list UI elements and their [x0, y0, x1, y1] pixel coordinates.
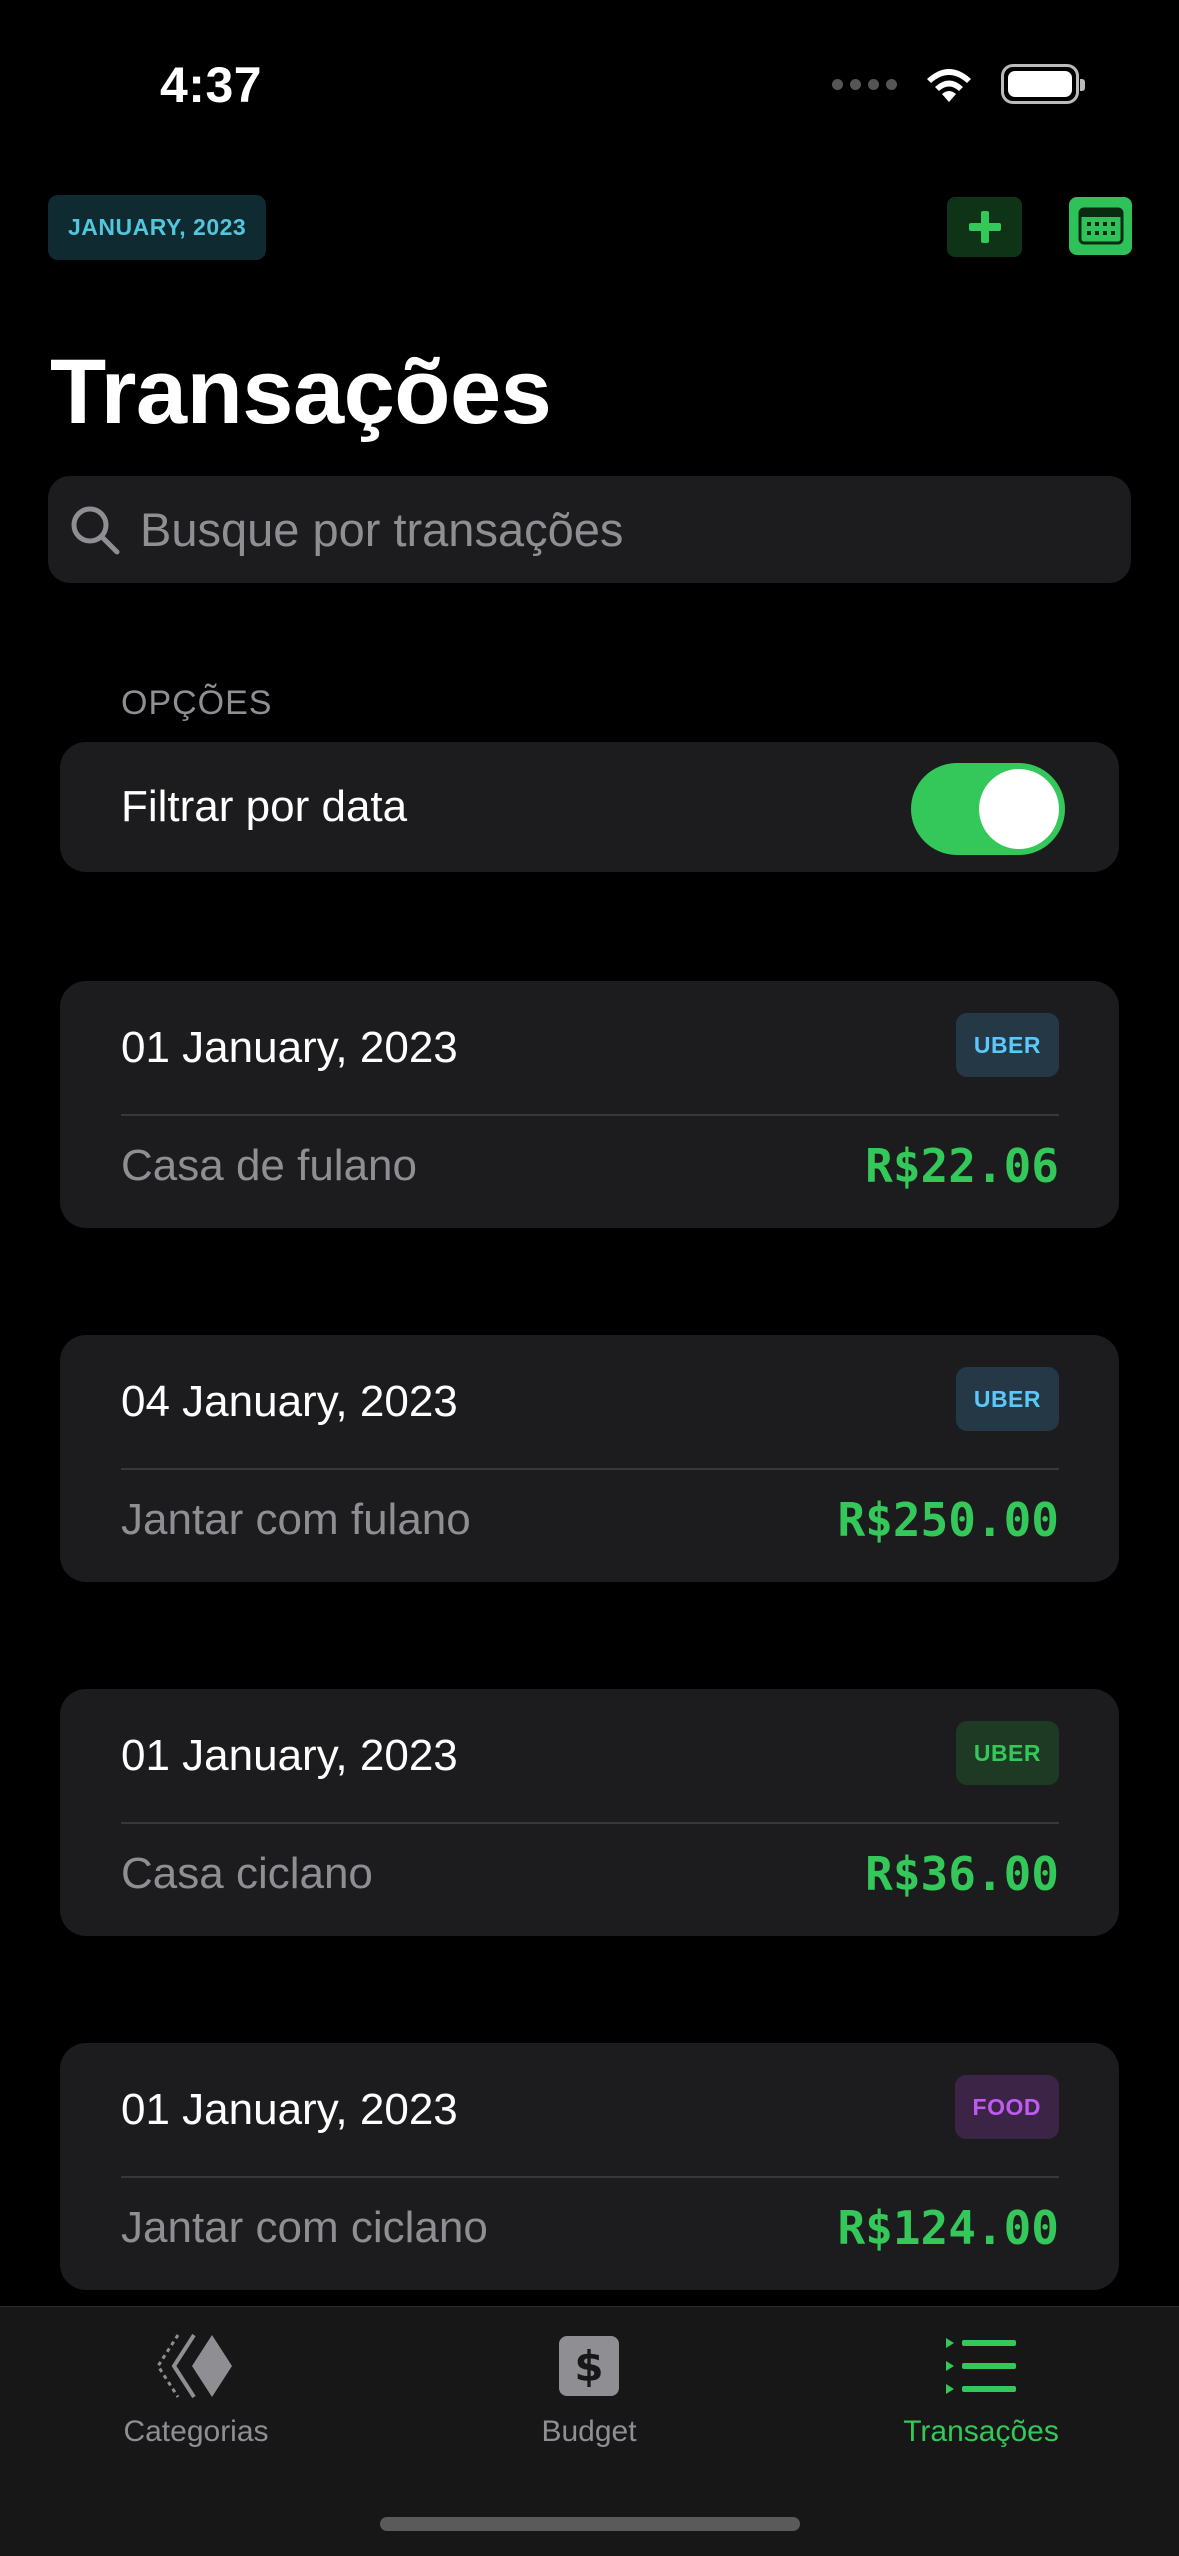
category-badge: UBER	[955, 1013, 1059, 1077]
divider	[121, 1114, 1059, 1116]
search-placeholder[interactable]: Busque por transações	[140, 502, 623, 557]
signal-icon	[832, 78, 897, 90]
transaction-card[interactable]: 01 January, 2023 FOOD Jantar com ciclano…	[60, 2043, 1119, 2290]
filter-by-date-toggle[interactable]	[911, 763, 1065, 855]
transaction-description: Jantar com fulano	[121, 1495, 471, 1544]
magnifier-icon	[71, 506, 120, 554]
diamond-stack-icon	[156, 2333, 232, 2399]
category-badge: FOOD	[954, 2075, 1059, 2139]
transaction-date: 01 January, 2023	[121, 1023, 458, 1072]
divider	[121, 2176, 1059, 2178]
status-time: 4:37	[160, 57, 263, 113]
category-badge: UBER	[955, 1721, 1059, 1785]
search-field[interactable]: Busque por transações	[48, 476, 1131, 583]
list-icon	[946, 2338, 1016, 2394]
svg-text:$: $	[574, 2342, 603, 2391]
transaction-amount: R$22.06	[865, 1139, 1059, 1193]
calendar-button[interactable]	[1069, 197, 1132, 255]
options-section-header: OPÇÕES	[121, 684, 273, 722]
transaction-card[interactable]: 04 January, 2023 UBER Jantar com fulano …	[60, 1335, 1119, 1582]
transaction-card[interactable]: 01 January, 2023 UBER Casa ciclano R$36.…	[60, 1689, 1119, 1936]
home-indicator	[380, 2517, 800, 2531]
transaction-card[interactable]: 01 January, 2023 UBER Casa de fulano R$2…	[60, 981, 1119, 1228]
transaction-description: Casa de fulano	[121, 1141, 417, 1190]
filter-by-date-row: Filtrar por data	[60, 742, 1119, 872]
page-title: Transações	[50, 341, 552, 443]
transaction-amount: R$250.00	[837, 1493, 1059, 1547]
plus-icon	[968, 211, 1001, 243]
wifi-icon	[927, 69, 971, 102]
transaction-amount: R$36.00	[865, 1847, 1059, 1901]
transaction-amount: R$124.00	[837, 2201, 1059, 2255]
status-indicators	[832, 64, 1085, 104]
filter-by-date-label: Filtrar por data	[121, 782, 408, 831]
tab-categorias[interactable]: Categorias	[46, 2307, 346, 2449]
transaction-date: 01 January, 2023	[121, 2085, 458, 2134]
dollar-icon: $	[559, 2336, 619, 2396]
divider	[121, 1468, 1059, 1470]
divider	[121, 1822, 1059, 1824]
tab-label: Budget	[541, 2415, 637, 2448]
category-badge: UBER	[955, 1367, 1059, 1431]
tab-label: Categorias	[123, 2415, 269, 2448]
transaction-date: 04 January, 2023	[121, 1377, 458, 1426]
tab-transacoes[interactable]: Transações	[831, 2307, 1131, 2449]
month-selector[interactable]: JANUARY, 2023	[48, 195, 267, 260]
transaction-description: Casa ciclano	[121, 1849, 373, 1898]
add-transaction-button[interactable]	[947, 197, 1022, 257]
tab-label: Transações	[903, 2415, 1059, 2448]
transaction-date: 01 January, 2023	[121, 1731, 458, 1780]
battery-icon	[1001, 64, 1085, 104]
tab-budget[interactable]: $ Budget	[439, 2307, 739, 2449]
transaction-description: Jantar com ciclano	[121, 2203, 488, 2252]
calendar-icon	[1078, 207, 1123, 245]
